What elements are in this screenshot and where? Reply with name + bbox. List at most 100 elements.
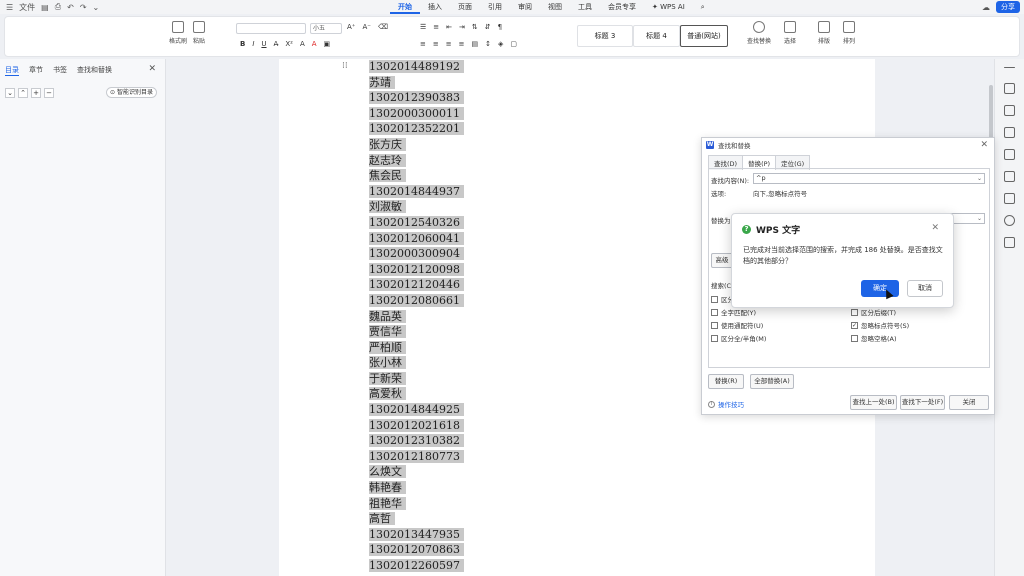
text-direction-icon[interactable]: ⇅ [472,23,478,31]
checkbox-box[interactable] [711,308,718,316]
tools-icon[interactable] [1004,171,1015,182]
distribute-icon[interactable]: ▤ [472,40,479,48]
checkbox-whole-word[interactable]: 全字匹配(Y) [711,307,756,317]
borders-icon[interactable]: ▢ [510,40,517,48]
tab-references[interactable]: 引用 [480,0,510,14]
replace-button[interactable]: 替换(R) [708,374,744,389]
format-painter-button[interactable]: 格式刷 [169,21,187,45]
highlight-icon[interactable]: A [300,40,305,48]
checkbox-box[interactable] [711,321,718,329]
font-color-icon[interactable]: A [312,40,317,48]
cloud-icon[interactable]: ☁ [982,3,990,12]
wps-ai-button[interactable]: ✦ WPS AI [644,0,693,14]
print-icon[interactable]: ⎙ [55,2,61,12]
tab-home[interactable]: 开始 [390,0,420,14]
menu-icon[interactable]: ☰ [6,3,13,12]
expand-icon[interactable]: ⌃ [18,88,28,98]
style-heading-3[interactable]: 标题 3 [577,25,633,47]
font-grow-icon[interactable]: A⁺ [347,23,355,31]
clear-format-icon[interactable]: ⌫ [378,23,388,31]
cursor-icon[interactable] [1004,105,1015,116]
align-right-icon[interactable]: ≡ [446,40,452,48]
collapse-icon[interactable]: ⌄ [5,88,15,98]
redo-icon[interactable]: ↷ [80,3,87,12]
nav-tab-toc[interactable]: 目录 [5,65,19,76]
save-icon[interactable]: ▤ [41,3,49,12]
superscript-icon[interactable]: X² [285,40,293,48]
checkbox-box[interactable]: ✓ [851,321,858,329]
drag-handle-icon[interactable]: ⁞⁞ [342,61,348,71]
find-previous-button[interactable]: 查找上一处(B) [850,395,897,410]
layout-button[interactable]: 排版 [818,21,830,45]
paste-button[interactable]: 粘贴 [193,21,205,45]
checkbox-suffix[interactable]: 区分后缀(T) [851,307,896,317]
replace-input[interactable]: ⌄ [949,213,985,224]
add-icon[interactable]: + [31,88,41,98]
chevron-down-icon[interactable]: ⌄ [977,174,982,183]
font-shrink-icon[interactable]: A⁻ [362,23,370,31]
help-icon[interactable] [1004,215,1015,226]
tab-view[interactable]: 视图 [540,0,570,14]
chevron-down-icon[interactable]: ⌄ [93,3,100,12]
sort-icon[interactable]: ⇵ [485,23,491,31]
adjust-icon[interactable] [1004,127,1015,138]
tips-link[interactable]: i 操作技巧 [708,399,744,409]
nav-tab-bookmarks[interactable]: 书签 [53,65,67,76]
checkbox-ignore-space[interactable]: 忽略空格(A) [851,333,897,343]
font-size-select[interactable]: 小五 [310,23,342,34]
select-button[interactable]: 选择 [784,21,796,45]
tab-insert[interactable]: 插入 [420,0,450,14]
nav-tab-find-replace[interactable]: 查找和替换 [77,65,112,76]
image-icon[interactable] [1004,149,1015,160]
cancel-button[interactable]: 取消 [907,280,943,297]
italic-icon[interactable]: I [252,40,254,48]
tab-tools[interactable]: 工具 [570,0,600,14]
align-left-icon[interactable]: ≡ [420,40,426,48]
char-shading-icon[interactable]: ▣ [324,40,331,48]
align-center-icon[interactable]: ≡ [433,40,439,48]
checkbox-box[interactable] [711,295,718,303]
file-menu[interactable]: 文件 [19,2,35,13]
line-spacing-icon[interactable]: ↕ [485,40,491,48]
checkbox-box[interactable] [851,308,858,316]
indent-increase-icon[interactable]: ⇥ [459,23,465,31]
find-replace-button[interactable]: 查找替换 [747,21,771,45]
undo-icon[interactable]: ↶ [67,3,74,12]
book-icon[interactable] [1004,193,1015,204]
strikethrough-icon[interactable]: A̶ [274,40,279,48]
replace-all-button[interactable]: 全部替换(A) [750,374,794,389]
find-input[interactable]: ^p ⌄ [753,173,985,184]
justify-icon[interactable]: ≡ [459,40,465,48]
underline-icon[interactable]: U [261,40,266,48]
smart-toc-button[interactable]: ⊙ 智能识别目录 [106,87,157,98]
shading-icon[interactable]: ◈ [498,40,503,48]
chevron-down-icon[interactable]: ⌄ [977,214,982,223]
tab-review[interactable]: 审阅 [510,0,540,14]
numbering-icon[interactable]: ≡ [433,23,439,31]
font-name-select[interactable] [236,23,306,34]
pen-icon[interactable] [1004,83,1015,94]
share-nodes-icon[interactable] [1004,237,1015,248]
style-heading-4[interactable]: 标题 4 [633,25,680,47]
close-icon[interactable]: ✕ [148,64,156,74]
remove-icon[interactable]: − [44,88,54,98]
bullets-icon[interactable]: ☰ [420,23,426,31]
search-icon[interactable]: ⌕ [693,0,713,14]
checkbox-box[interactable] [851,334,858,342]
tab-page[interactable]: 页面 [450,0,480,14]
bold-icon[interactable]: B [240,40,245,48]
popup-close-icon[interactable]: ✕ [931,223,939,233]
arrange-button[interactable]: 排列 [843,21,855,45]
advanced-search-button[interactable]: 高级 [711,253,733,268]
dialog-close-icon[interactable]: ✕ [980,140,988,150]
share-button[interactable]: 分享 [996,1,1020,13]
checkbox-width[interactable]: 区分全/半角(M) [711,333,766,343]
find-next-button[interactable]: 查找下一处(F) [900,395,945,410]
dialog-titlebar[interactable]: W 查找和替换 [702,138,994,152]
checkbox-wildcards[interactable]: 使用通配符(U) [711,320,763,330]
checkbox-box[interactable] [711,334,718,342]
nav-tab-chapters[interactable]: 章节 [29,65,43,76]
minimize-icon[interactable] [1004,67,1015,68]
style-normal-web[interactable]: 普通(网站) [680,25,728,47]
checkbox-ignore-punct[interactable]: ✓ 忽略标点符号(S) [851,320,909,330]
